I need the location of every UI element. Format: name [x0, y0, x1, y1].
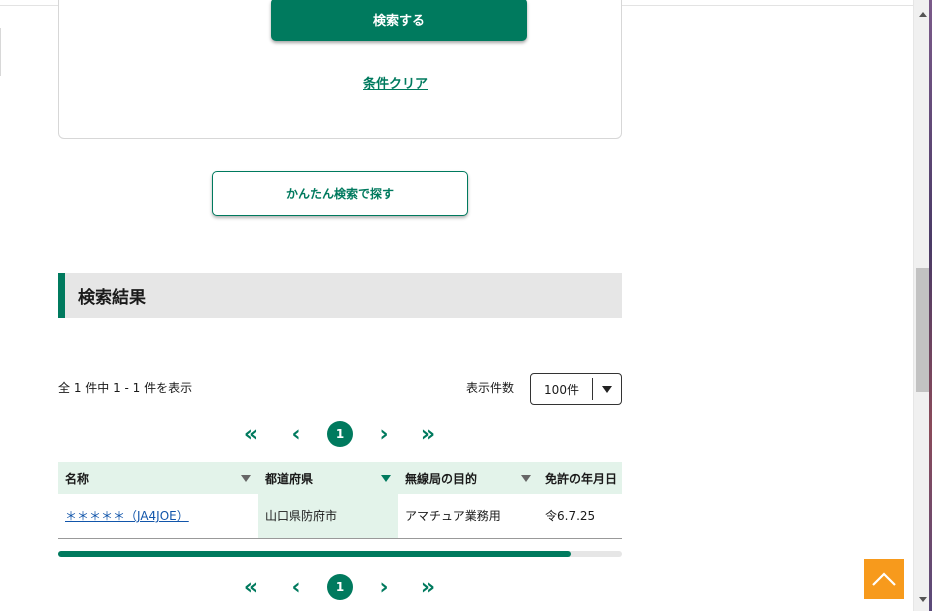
back-to-top-button[interactable]: [864, 559, 904, 599]
column-header-name[interactable]: 名称: [58, 462, 258, 494]
table-row: ＊＊＊＊＊（JA4JOE） 山口県防府市 アマチュア業務用 令6.7.25: [58, 494, 622, 539]
column-header-label: 免許の年月日: [545, 471, 618, 486]
browser-viewport: 検索する 条件クリア かんたん検索で探す 検索結果 全 1 件中 1 - 1 件…: [0, 0, 932, 611]
clear-conditions-link[interactable]: 条件クリア: [363, 73, 428, 92]
pager-current-page[interactable]: 1: [327, 421, 353, 447]
left-edge-mark: [0, 28, 1, 76]
pager-first-button[interactable]: «: [240, 573, 262, 601]
search-button[interactable]: 検索する: [271, 0, 527, 41]
per-page-value: 100件: [544, 382, 579, 397]
cell-prefecture: 山口県防府市: [258, 494, 398, 539]
sort-down-icon[interactable]: [241, 475, 251, 482]
column-header-purpose[interactable]: 無線局の目的: [398, 462, 538, 494]
search-condition-panel: 検索する 条件クリア: [58, 0, 622, 139]
sort-down-icon[interactable]: [381, 475, 391, 482]
pager-current-page[interactable]: 1: [327, 574, 353, 600]
column-header-label: 名称: [65, 471, 90, 486]
page-scroll-thumb[interactable]: [916, 268, 929, 392]
pager-prev-button[interactable]: ‹: [287, 573, 305, 601]
per-page-select[interactable]: 100件: [530, 373, 622, 405]
result-count-text: 全 1 件中 1 - 1 件を表示: [58, 381, 193, 395]
station-name-link[interactable]: ＊＊＊＊＊（JA4JOE）: [65, 509, 189, 523]
cell-purpose: アマチュア業務用: [398, 494, 538, 539]
cell-license-date: 令6.7.25: [538, 494, 622, 539]
cell-name: ＊＊＊＊＊（JA4JOE）: [58, 494, 258, 539]
pager-top: « ‹ 1 › »: [58, 420, 622, 448]
results-table: 名称 都道府県 無線局の目的 免許の年月日 ＊＊＊＊＊（JA4JOE） 山口県防…: [58, 462, 622, 539]
per-page-label: 表示件数: [466, 381, 515, 395]
results-table-container: 名称 都道府県 無線局の目的 免許の年月日 ＊＊＊＊＊（JA4JOE） 山口県防…: [58, 462, 622, 539]
column-header-label: 無線局の目的: [405, 471, 478, 486]
pager-prev-button[interactable]: ‹: [287, 420, 305, 448]
pager-bottom: « ‹ 1 › »: [58, 573, 622, 601]
pager-first-button[interactable]: «: [240, 420, 262, 448]
results-heading: 検索結果: [58, 273, 622, 318]
sort-down-icon[interactable]: [521, 475, 531, 482]
column-header-prefecture[interactable]: 都道府県: [258, 462, 398, 494]
table-scroll-thumb[interactable]: [58, 551, 571, 557]
column-header-license-date[interactable]: 免許の年月日: [538, 462, 622, 494]
pager-next-button[interactable]: ›: [375, 573, 393, 601]
pager-last-button[interactable]: »: [417, 420, 439, 448]
table-horizontal-scrollbar[interactable]: [58, 551, 622, 557]
pager-last-button[interactable]: »: [417, 573, 439, 601]
pager-next-button[interactable]: ›: [375, 420, 393, 448]
column-header-label: 都道府県: [265, 471, 314, 486]
caret-down-icon: [593, 385, 621, 393]
chevron-up-icon: [872, 572, 896, 586]
table-header-row: 名称 都道府県 無線局の目的 免許の年月日: [58, 462, 622, 494]
easy-search-button[interactable]: かんたん検索で探す: [212, 171, 468, 216]
